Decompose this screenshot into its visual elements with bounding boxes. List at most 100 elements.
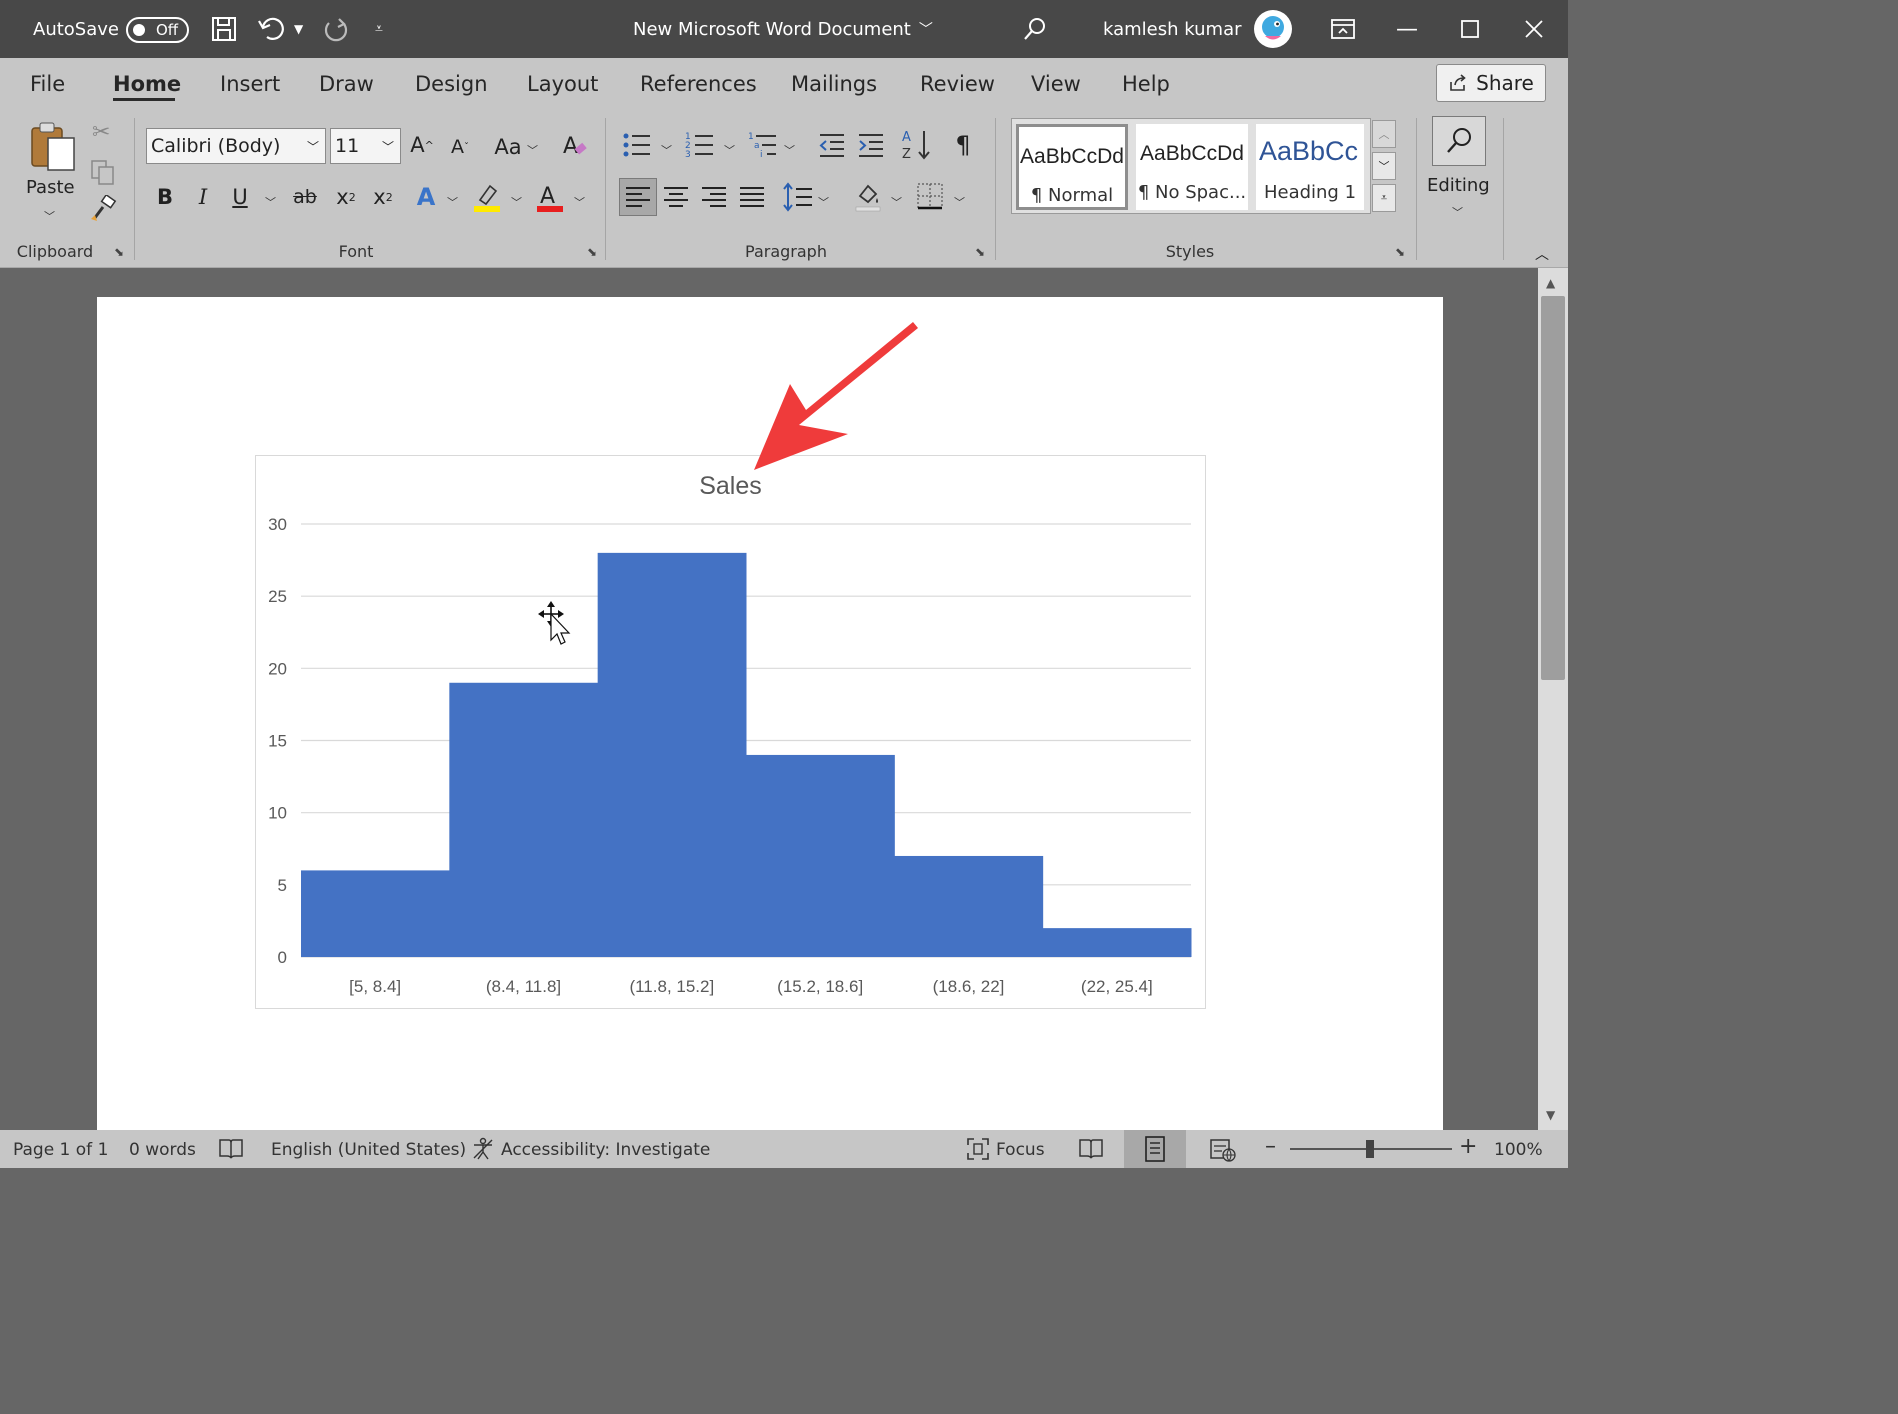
format-painter-icon[interactable]	[89, 193, 117, 227]
zoom-in-icon[interactable]: +	[1459, 1134, 1477, 1159]
customize-toolbar-icon[interactable]: ⩡	[375, 0, 383, 58]
styles-scroll-down-icon[interactable]: ﹀	[1372, 152, 1396, 180]
line-spacing-dropdown-icon[interactable]: ﹀	[818, 194, 829, 210]
paste-dropdown-icon[interactable]: ﹀	[44, 208, 55, 224]
strikethrough-icon[interactable]: ab	[289, 182, 321, 212]
tab-review[interactable]: Review	[920, 72, 995, 96]
tab-help[interactable]: Help	[1122, 72, 1170, 96]
tab-file[interactable]: File	[30, 72, 65, 96]
document-title[interactable]: New Microsoft Word Document ﹀	[633, 0, 933, 58]
clear-formatting-icon[interactable]: A	[560, 130, 590, 162]
text-effects-dropdown-icon[interactable]: ﹀	[447, 194, 458, 210]
tab-insert[interactable]: Insert	[220, 72, 280, 96]
decrease-indent-icon[interactable]	[818, 130, 846, 164]
minimize-icon[interactable]: —	[1396, 0, 1418, 58]
focus-mode-label[interactable]: Focus	[996, 1140, 1045, 1160]
maximize-icon[interactable]	[1461, 0, 1479, 58]
tab-draw[interactable]: Draw	[319, 72, 374, 96]
scroll-up-icon[interactable]: ▲	[1546, 276, 1555, 290]
avatar[interactable]	[1253, 0, 1293, 58]
style-heading-1[interactable]: AaBbCc Heading 1	[1256, 124, 1364, 210]
cut-icon[interactable]: ✂	[92, 120, 110, 145]
text-effects-icon[interactable]: A	[413, 182, 439, 212]
highlight-dropdown-icon[interactable]: ﹀	[511, 194, 522, 210]
scrollbar-thumb[interactable]	[1541, 296, 1565, 680]
highlight-icon[interactable]	[472, 182, 502, 218]
shading-icon[interactable]	[852, 180, 884, 218]
style-normal[interactable]: AaBbCcDd ¶ Normal	[1016, 124, 1128, 210]
print-layout-button[interactable]	[1124, 1130, 1186, 1168]
font-name-select[interactable]: Calibri (Body) ﹀	[146, 128, 326, 164]
word-count[interactable]: 0 words	[129, 1140, 196, 1160]
editing-button[interactable]	[1432, 116, 1486, 166]
styles-launcher-icon[interactable]: ⬊	[1395, 245, 1405, 259]
font-color-icon[interactable]: A	[535, 182, 565, 218]
styles-more-icon[interactable]: ⩡	[1372, 184, 1396, 212]
paste-label[interactable]: Paste	[26, 177, 75, 198]
zoom-out-icon[interactable]: –	[1265, 1134, 1276, 1159]
style-no-spacing[interactable]: AaBbCcDd ¶ No Spac...	[1136, 124, 1248, 210]
superscript-icon[interactable]: x2	[370, 182, 396, 212]
underline-dropdown-icon[interactable]: ﹀	[265, 194, 276, 210]
line-spacing-icon[interactable]	[782, 180, 814, 218]
bullets-icon[interactable]	[622, 130, 652, 164]
editing-dropdown-icon[interactable]: ﹀	[1452, 204, 1463, 220]
editing-label[interactable]: Editing	[1427, 175, 1490, 196]
accessibility-status[interactable]: Accessibility: Investigate	[501, 1140, 710, 1160]
tab-layout[interactable]: Layout	[527, 72, 598, 96]
search-icon[interactable]	[1022, 0, 1048, 58]
tab-home[interactable]: Home	[113, 72, 181, 96]
borders-dropdown-icon[interactable]: ﹀	[954, 194, 965, 210]
tab-mailings[interactable]: Mailings	[791, 72, 877, 96]
styles-scroll-up-icon[interactable]: ︿	[1372, 120, 1396, 148]
bullets-dropdown-icon[interactable]: ﹀	[661, 142, 672, 158]
show-formatting-icon[interactable]: ¶	[950, 130, 976, 160]
redo-icon[interactable]	[321, 0, 351, 58]
font-size-select[interactable]: 11 ﹀	[330, 128, 401, 164]
save-icon[interactable]	[210, 0, 238, 58]
change-case-button[interactable]: Aa	[491, 132, 525, 162]
bold-icon[interactable]: B	[153, 182, 177, 212]
tab-references[interactable]: References	[640, 72, 757, 96]
read-mode-icon[interactable]	[1078, 1137, 1104, 1166]
clipboard-launcher-icon[interactable]: ⬊	[114, 245, 124, 259]
user-name[interactable]: kamlesh kumar	[1103, 0, 1242, 58]
chart-frame[interactable]	[255, 455, 1206, 1009]
justify-icon[interactable]	[736, 180, 768, 218]
numbering-dropdown-icon[interactable]: ﹀	[724, 142, 735, 158]
underline-icon[interactable]: U	[228, 182, 252, 212]
language-indicator[interactable]: English (United States)	[271, 1140, 466, 1160]
multilevel-dropdown-icon[interactable]: ﹀	[784, 142, 795, 158]
tab-view[interactable]: View	[1031, 72, 1081, 96]
align-center-icon[interactable]	[660, 180, 692, 218]
change-case-dropdown-icon[interactable]: ﹀	[527, 142, 538, 158]
shading-dropdown-icon[interactable]: ﹀	[891, 194, 902, 210]
page-count[interactable]: Page 1 of 1	[13, 1140, 108, 1160]
accessibility-icon[interactable]	[471, 1137, 495, 1166]
sort-icon[interactable]: AZ	[902, 128, 932, 166]
focus-icon[interactable]	[966, 1137, 990, 1166]
tab-design[interactable]: Design	[415, 72, 488, 96]
collapse-ribbon-icon[interactable]: ︿	[1535, 244, 1549, 264]
align-right-icon[interactable]	[698, 180, 730, 218]
borders-icon[interactable]	[915, 180, 947, 218]
align-left-icon[interactable]	[619, 178, 657, 216]
share-button[interactable]: Share	[1436, 64, 1546, 102]
numbering-icon[interactable]: 123	[685, 130, 715, 164]
proofing-icon[interactable]	[218, 1137, 244, 1166]
font-color-dropdown-icon[interactable]: ﹀	[574, 194, 585, 210]
autosave-toggle[interactable]: Off	[126, 17, 189, 43]
subscript-icon[interactable]: x2	[333, 182, 359, 212]
close-icon[interactable]	[1524, 0, 1544, 58]
copy-icon[interactable]	[89, 158, 117, 190]
web-layout-icon[interactable]	[1209, 1137, 1237, 1168]
font-launcher-icon[interactable]: ⬊	[587, 245, 597, 259]
undo-dropdown-icon[interactable]: ▼	[294, 0, 303, 58]
paste-icon[interactable]	[28, 120, 78, 176]
multilevel-list-icon[interactable]: 1ai	[748, 130, 778, 164]
scroll-down-icon[interactable]: ▼	[1546, 1108, 1555, 1122]
grow-font-icon[interactable]: A ^	[408, 130, 436, 160]
paragraph-launcher-icon[interactable]: ⬊	[975, 245, 985, 259]
undo-icon[interactable]	[257, 0, 287, 58]
chart-title[interactable]: Sales	[255, 472, 1206, 501]
